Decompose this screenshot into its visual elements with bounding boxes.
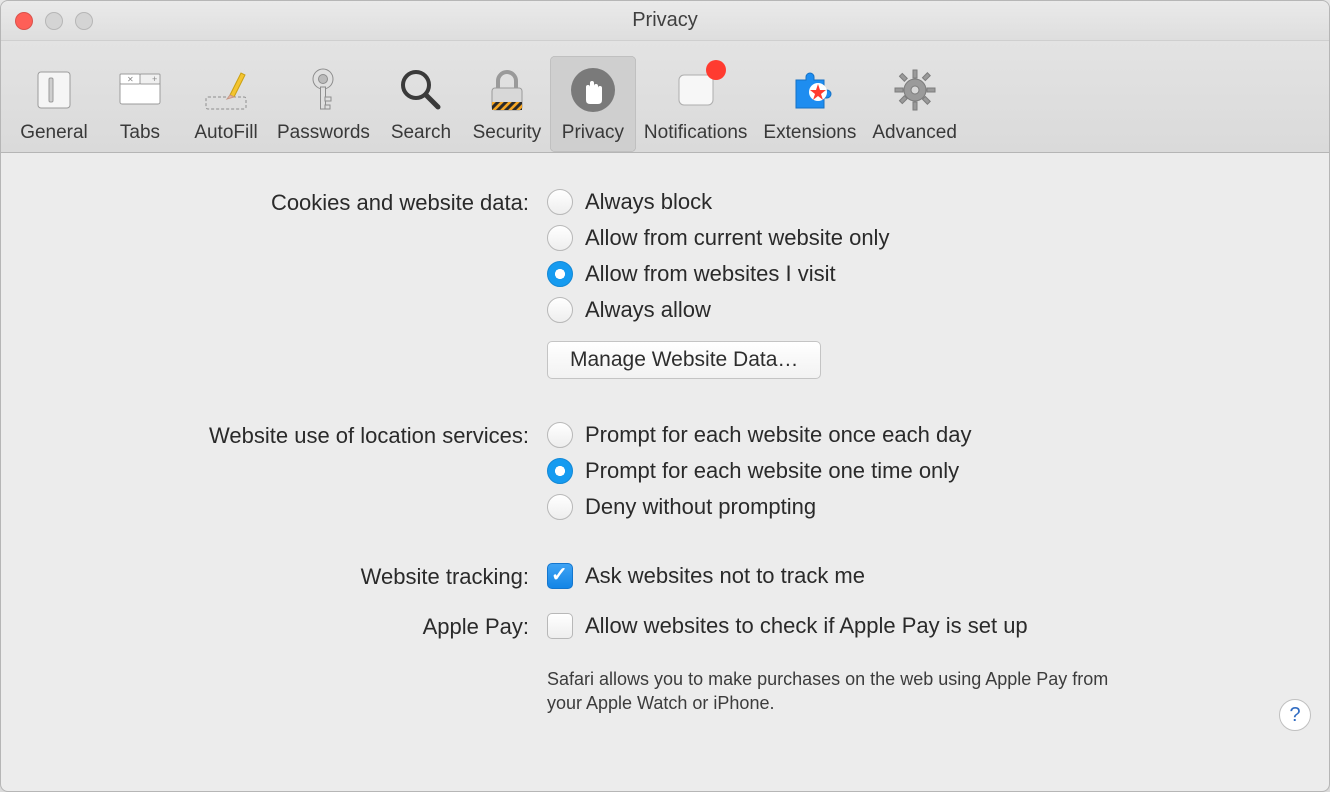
tracking-label: Website tracking:: [37, 563, 547, 590]
tabs-icon: ✕+: [112, 62, 168, 118]
preferences-window: Privacy General ✕+ Tabs AutoFill Passwor…: [0, 0, 1330, 792]
toolbar-label: Security: [473, 122, 542, 144]
toolbar-label: Tabs: [120, 122, 160, 144]
toolbar-item-autofill[interactable]: AutoFill: [183, 56, 269, 152]
radio-location-prompt-once[interactable]: Prompt for each website one time only: [547, 458, 971, 484]
radio-cookies-always-block[interactable]: Always block: [547, 189, 889, 215]
window-title: Privacy: [1, 9, 1329, 32]
svg-text:+: +: [152, 74, 157, 84]
toolbar-item-notifications[interactable]: Notifications: [636, 56, 756, 152]
radio-location-prompt-each-day[interactable]: Prompt for each website once each day: [547, 422, 971, 448]
checkbox-do-not-track[interactable]: Ask websites not to track me: [547, 563, 865, 589]
autofill-icon: [198, 62, 254, 118]
radio-cookies-current-only[interactable]: Allow from current website only: [547, 225, 889, 251]
applepay-hint: Safari allows you to make purchases on t…: [547, 667, 1137, 716]
lock-icon: [479, 62, 535, 118]
toolbar-label: Search: [391, 122, 451, 144]
toolbar-label: Passwords: [277, 122, 370, 144]
manage-website-data-button[interactable]: Manage Website Data…: [547, 341, 821, 379]
puzzle-icon: [782, 62, 838, 118]
radio-label: Always allow: [585, 297, 711, 323]
radio-label: Allow from current website only: [585, 225, 889, 251]
help-button[interactable]: ?: [1279, 699, 1311, 731]
toolbar-item-advanced[interactable]: Advanced: [864, 56, 965, 152]
toolbar-label: Privacy: [562, 122, 624, 144]
search-icon: [393, 62, 449, 118]
toolbar-label: General: [20, 122, 88, 144]
radio-cookies-websites-i-visit[interactable]: Allow from websites I visit: [547, 261, 889, 287]
toolbar-item-extensions[interactable]: Extensions: [755, 56, 864, 152]
toolbar-item-privacy[interactable]: Privacy: [550, 56, 636, 152]
privacy-pane: Cookies and website data: Always block A…: [1, 153, 1329, 749]
toolbar-item-passwords[interactable]: Passwords: [269, 56, 378, 152]
location-label: Website use of location services:: [37, 422, 547, 449]
key-icon: [295, 62, 351, 118]
tracking-section: Website tracking: Ask websites not to tr…: [37, 563, 1293, 590]
applepay-section: Apple Pay: Allow websites to check if Ap…: [37, 613, 1293, 716]
toolbar-item-search[interactable]: Search: [378, 56, 464, 152]
toolbar-item-tabs[interactable]: ✕+ Tabs: [97, 56, 183, 152]
checkbox-label: Allow websites to check if Apple Pay is …: [585, 613, 1028, 639]
radio-cookies-always-allow[interactable]: Always allow: [547, 297, 889, 323]
toolbar-item-security[interactable]: Security: [464, 56, 550, 152]
radio-label: Prompt for each website once each day: [585, 422, 971, 448]
checkbox-label: Ask websites not to track me: [585, 563, 865, 589]
checkbox-applepay-check[interactable]: Allow websites to check if Apple Pay is …: [547, 613, 1137, 639]
notification-badge-icon: [706, 60, 726, 80]
titlebar: Privacy: [1, 1, 1329, 41]
radio-label: Deny without prompting: [585, 494, 816, 520]
toolbar-label: AutoFill: [194, 122, 257, 144]
radio-location-deny[interactable]: Deny without prompting: [547, 494, 971, 520]
toolbar-label: Advanced: [872, 122, 957, 144]
radio-label: Allow from websites I visit: [585, 261, 836, 287]
gear-icon: [887, 62, 943, 118]
radio-label: Always block: [585, 189, 712, 215]
toolbar-label: Notifications: [644, 122, 748, 144]
radio-label: Prompt for each website one time only: [585, 458, 959, 484]
preferences-toolbar: General ✕+ Tabs AutoFill Passwords Searc…: [1, 41, 1329, 153]
cookies-label: Cookies and website data:: [37, 189, 547, 216]
general-icon: [26, 62, 82, 118]
hand-icon: [565, 62, 621, 118]
toolbar-item-general[interactable]: General: [11, 56, 97, 152]
svg-text:✕: ✕: [127, 75, 134, 84]
location-section: Website use of location services: Prompt…: [37, 422, 1293, 520]
toolbar-label: Extensions: [763, 122, 856, 144]
cookies-section: Cookies and website data: Always block A…: [37, 189, 1293, 379]
notifications-icon: [668, 62, 724, 118]
applepay-label: Apple Pay:: [37, 613, 547, 640]
